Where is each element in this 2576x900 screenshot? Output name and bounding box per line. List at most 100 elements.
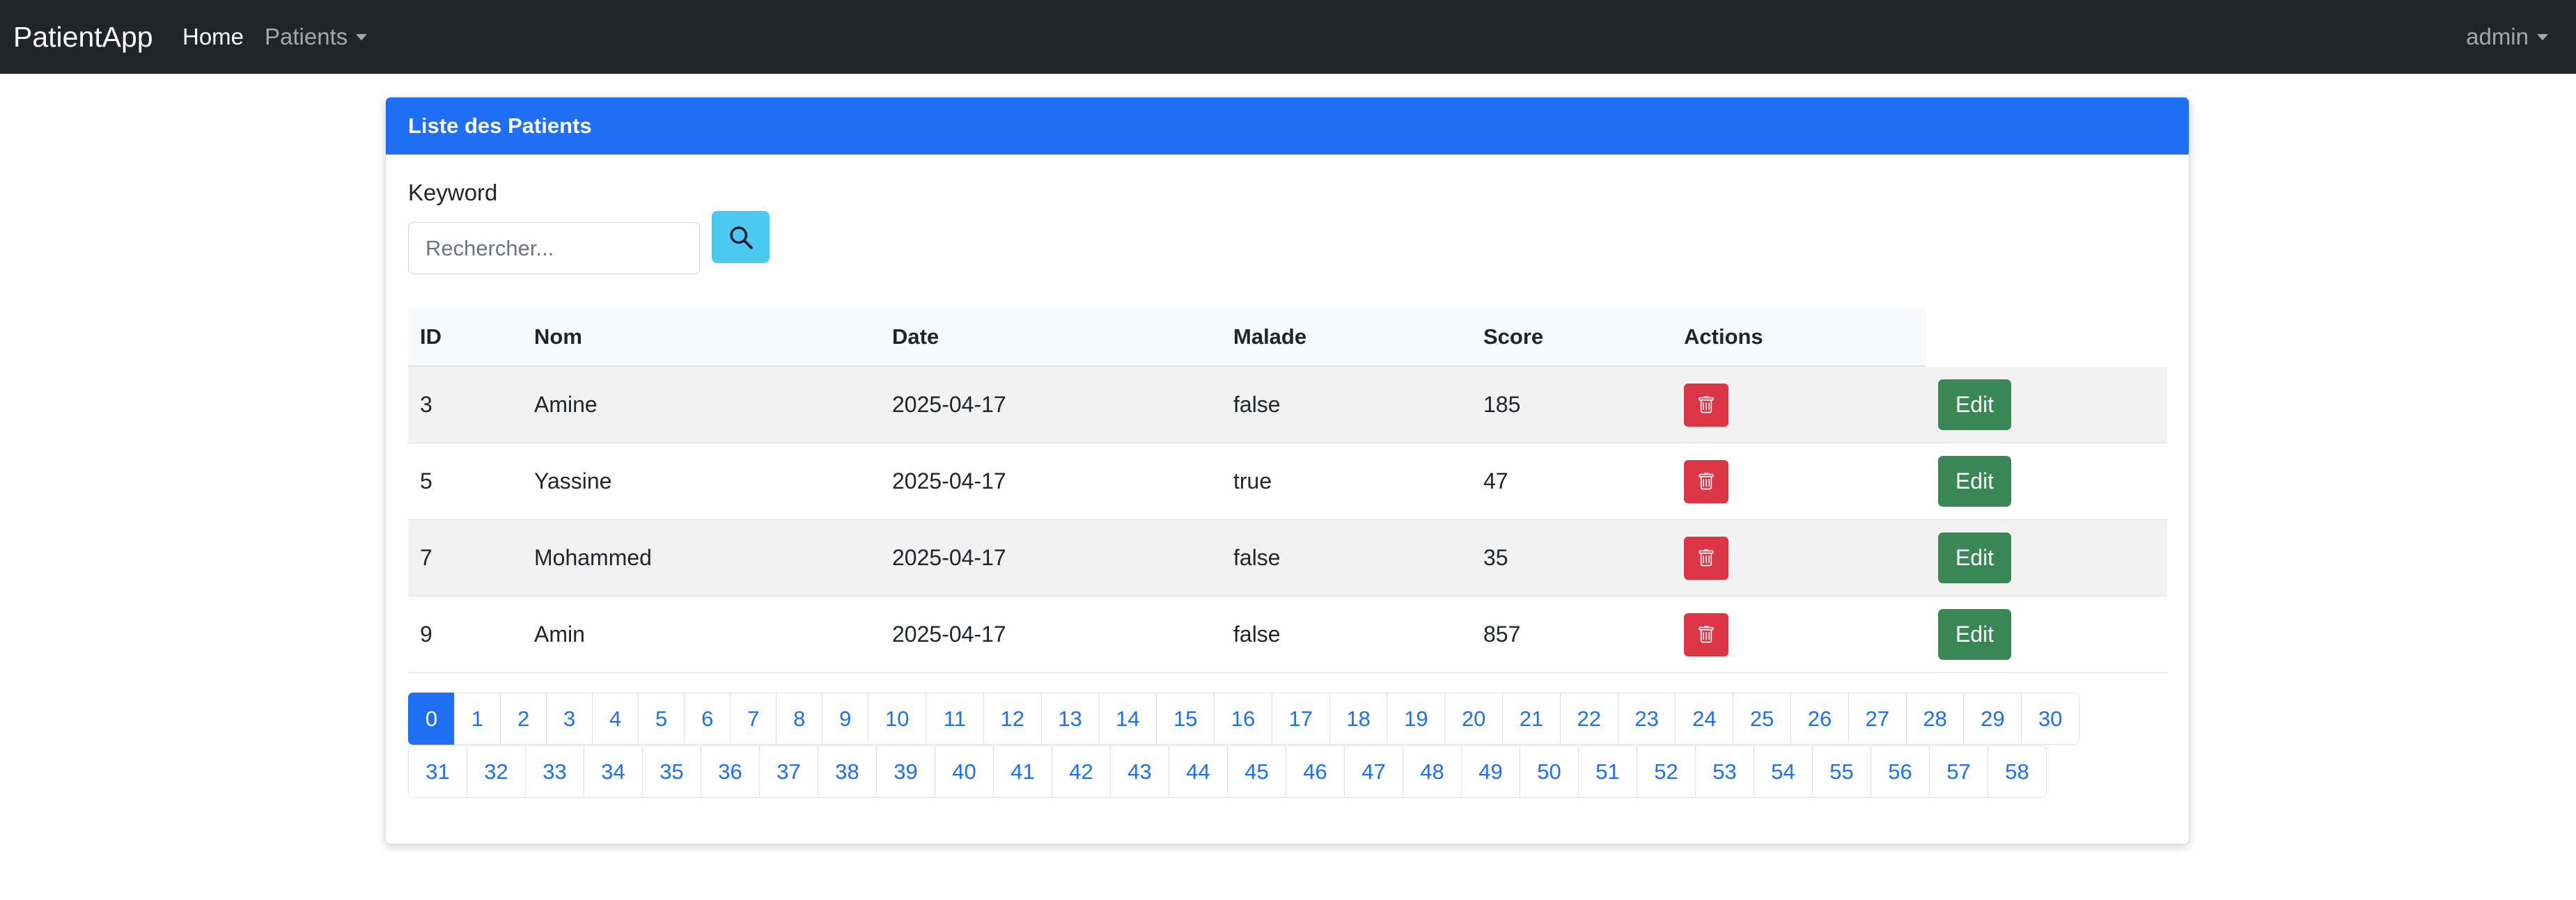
- delete-button[interactable]: [1684, 613, 1728, 656]
- page-link-43[interactable]: 43: [1110, 745, 1169, 798]
- cell-date: 2025-04-17: [892, 545, 1006, 570]
- cell-malade: false: [1233, 622, 1281, 647]
- page-link-5[interactable]: 5: [638, 693, 685, 745]
- page-link-34[interactable]: 34: [584, 745, 643, 798]
- page-link-51[interactable]: 51: [1578, 745, 1637, 798]
- page-link-58[interactable]: 58: [1988, 745, 2047, 798]
- page-link-56[interactable]: 56: [1871, 745, 1930, 798]
- page-link-57[interactable]: 57: [1929, 745, 1988, 798]
- page-link-10[interactable]: 10: [868, 693, 927, 745]
- top-navbar: PatientApp Home Patients admin: [0, 0, 2576, 74]
- page-link-39[interactable]: 39: [876, 745, 935, 798]
- page-link-27[interactable]: 27: [1848, 693, 1907, 745]
- header-score: Score: [1483, 324, 1544, 349]
- page-link-1[interactable]: 1: [454, 693, 501, 745]
- nav-patients-dropdown[interactable]: Patients: [265, 24, 368, 50]
- brand-link[interactable]: PatientApp: [13, 21, 153, 54]
- page-link-29[interactable]: 29: [1963, 693, 2022, 745]
- page-link-8[interactable]: 8: [776, 693, 823, 745]
- page-link-33[interactable]: 33: [525, 745, 584, 798]
- page-link-42[interactable]: 42: [1052, 745, 1111, 798]
- header-date: Date: [892, 324, 939, 349]
- page-link-20[interactable]: 20: [1444, 693, 1504, 745]
- page-link-36[interactable]: 36: [701, 745, 760, 798]
- page-link-37[interactable]: 37: [759, 745, 818, 798]
- table-row: 5 Yassine 2025-04-17 true 47 Edit: [408, 443, 2167, 520]
- edit-button[interactable]: Edit: [1938, 456, 2011, 507]
- page-link-13[interactable]: 13: [1040, 693, 1100, 745]
- page-link-15[interactable]: 15: [1156, 693, 1215, 745]
- cell-date: 2025-04-17: [892, 468, 1006, 494]
- page-link-47[interactable]: 47: [1344, 745, 1403, 798]
- table-row: 7 Mohammed 2025-04-17 false 35 Edit: [408, 520, 2167, 597]
- page-link-22[interactable]: 22: [1559, 693, 1618, 745]
- pagination-row: 0 1 2 3 4 5 6 7 8 9 10 11 12 13 14 15 16 17 18 19 20 21 22 23 24…: [408, 693, 2080, 745]
- page-link-46[interactable]: 46: [1286, 745, 1345, 798]
- page-link-9[interactable]: 9: [822, 693, 869, 745]
- table-row: 9 Amin 2025-04-17 false 857 Edit: [408, 597, 2167, 673]
- caret-down-icon: [356, 33, 368, 40]
- cell-score: 47: [1483, 468, 1508, 494]
- cell-malade: false: [1233, 545, 1281, 570]
- page-link-0[interactable]: 0: [408, 693, 455, 745]
- page-link-25[interactable]: 25: [1733, 693, 1792, 745]
- cell-score: 857: [1483, 622, 1521, 647]
- page-link-48[interactable]: 48: [1403, 745, 1462, 798]
- cell-nom: Yassine: [534, 468, 612, 494]
- nav-home-link[interactable]: Home: [182, 24, 244, 50]
- page-link-19[interactable]: 19: [1387, 693, 1446, 745]
- cell-malade: false: [1233, 392, 1281, 417]
- page-link-52[interactable]: 52: [1637, 745, 1696, 798]
- page-link-32[interactable]: 32: [467, 745, 526, 798]
- user-dropdown[interactable]: admin: [2466, 24, 2548, 50]
- page-link-12[interactable]: 12: [983, 693, 1042, 745]
- page-link-44[interactable]: 44: [1169, 745, 1228, 798]
- page-link-24[interactable]: 24: [1675, 693, 1734, 745]
- page-link-26[interactable]: 26: [1790, 693, 1849, 745]
- page-link-45[interactable]: 45: [1227, 745, 1286, 798]
- search-button[interactable]: [712, 211, 770, 263]
- page-link-23[interactable]: 23: [1617, 693, 1676, 745]
- header-actions: Actions: [1684, 324, 1763, 349]
- page-link-55[interactable]: 55: [1812, 745, 1871, 798]
- page-link-54[interactable]: 54: [1754, 745, 1813, 798]
- page-link-11[interactable]: 11: [926, 693, 984, 745]
- page-link-3[interactable]: 3: [546, 693, 593, 745]
- delete-button[interactable]: [1684, 460, 1728, 503]
- search-input[interactable]: [408, 222, 700, 274]
- page-link-38[interactable]: 38: [818, 745, 877, 798]
- page-link-35[interactable]: 35: [642, 745, 701, 798]
- pagination-row: 31 32 33 34 35 36 37 38 39 40 41 42 43 44 45 46 47 48 49 50…: [408, 745, 2079, 798]
- keyword-label: Keyword: [408, 180, 498, 205]
- page-link-18[interactable]: 18: [1329, 693, 1388, 745]
- page-link-17[interactable]: 17: [1271, 693, 1330, 745]
- page-link-16[interactable]: 16: [1214, 693, 1272, 745]
- edit-button[interactable]: Edit: [1938, 609, 2011, 660]
- page-link-50[interactable]: 50: [1520, 745, 1579, 798]
- card-title: Liste des Patients: [386, 97, 2189, 155]
- edit-button[interactable]: Edit: [1938, 379, 2011, 430]
- page-link-31[interactable]: 31: [408, 745, 467, 798]
- delete-button[interactable]: [1684, 537, 1728, 580]
- page-link-2[interactable]: 2: [500, 693, 547, 745]
- cell-score: 35: [1483, 545, 1508, 570]
- table-row: 3 Amine 2025-04-17 false 185 Edit: [408, 367, 2167, 443]
- page-link-40[interactable]: 40: [935, 745, 994, 798]
- cell-nom: Amin: [534, 622, 585, 647]
- cell-date: 2025-04-17: [892, 622, 1006, 647]
- page-link-21[interactable]: 21: [1502, 693, 1561, 745]
- page-link-49[interactable]: 49: [1461, 745, 1520, 798]
- page-link-7[interactable]: 7: [730, 693, 777, 745]
- page-link-41[interactable]: 41: [993, 745, 1052, 798]
- edit-button[interactable]: Edit: [1938, 532, 2011, 583]
- page-link-14[interactable]: 14: [1098, 693, 1157, 745]
- page-link-4[interactable]: 4: [592, 693, 639, 745]
- page-link-28[interactable]: 28: [1905, 693, 1965, 745]
- cell-score: 185: [1483, 392, 1521, 417]
- table-header: ID Nom Date Malade Score Actions: [408, 308, 1926, 367]
- delete-button[interactable]: [1684, 384, 1728, 427]
- page-link-53[interactable]: 53: [1695, 745, 1754, 798]
- cell-nom: Mohammed: [534, 545, 652, 570]
- page-link-6[interactable]: 6: [684, 693, 731, 745]
- page-link-30[interactable]: 30: [2021, 693, 2080, 745]
